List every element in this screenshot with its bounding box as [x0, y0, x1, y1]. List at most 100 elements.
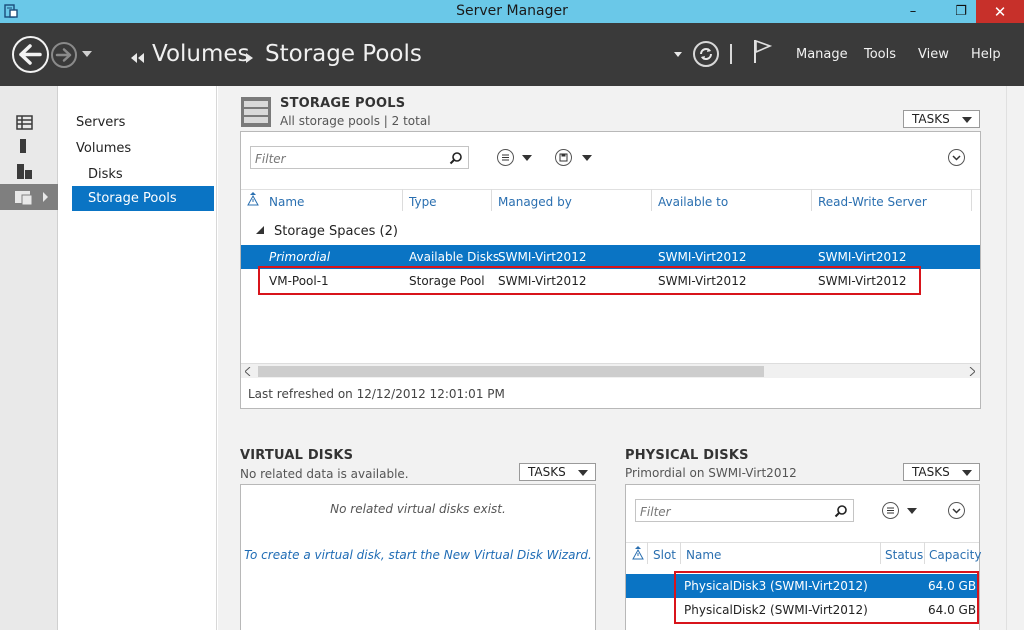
- nav-item-volumes[interactable]: Volumes: [76, 141, 131, 156]
- header-divider: [730, 44, 732, 64]
- save-query-button[interactable]: [555, 149, 572, 166]
- column-header-capacity[interactable]: Capacity: [929, 548, 981, 562]
- column-separator: [491, 189, 492, 211]
- virtual-disks-tasks-button[interactable]: TASKS: [519, 463, 596, 481]
- last-refreshed-status: Last refreshed on 12/12/2012 12:01:01 PM: [248, 387, 505, 401]
- virtual-disks-panel: No related virtual disks exist. To creat…: [240, 484, 596, 630]
- scroll-left-icon[interactable]: [245, 367, 251, 376]
- highlight-box: [258, 266, 921, 295]
- menu-help[interactable]: Help: [971, 47, 1001, 62]
- highlight-box: [674, 571, 979, 624]
- filter-placeholder: Filter: [255, 152, 286, 166]
- navigation-pane: Servers Volumes Disks Storage Pools: [58, 86, 217, 630]
- pool-managed-by: SWMI-Virt2012: [498, 250, 587, 264]
- notifications-dropdown-icon[interactable]: [674, 52, 682, 58]
- search-icon[interactable]: [834, 504, 848, 518]
- physical-disks-filter-input[interactable]: Filter: [635, 499, 854, 522]
- column-header-name[interactable]: Name: [269, 195, 304, 209]
- scrollbar-thumb[interactable]: [258, 366, 764, 377]
- refresh-button[interactable]: [693, 41, 719, 67]
- notifications-flag-icon[interactable]: [752, 38, 772, 64]
- column-separator: [647, 542, 648, 564]
- column-separator: [402, 189, 403, 211]
- rail-all-servers[interactable]: [0, 159, 58, 185]
- warning-sort-icon[interactable]: [247, 192, 259, 206]
- content-area: STORAGE POOLS All storage pools | 2 tota…: [218, 86, 1006, 630]
- rail-dashboard[interactable]: [0, 110, 58, 136]
- rail-local-server[interactable]: [0, 134, 58, 160]
- chevron-right-icon: [246, 53, 253, 63]
- column-separator: [811, 189, 812, 211]
- expand-panel-button[interactable]: [948, 149, 965, 166]
- warning-sort-icon[interactable]: [632, 546, 644, 560]
- group-storage-spaces[interactable]: Storage Spaces (2): [274, 224, 398, 239]
- physical-disks-tasks-button[interactable]: TASKS: [903, 463, 980, 481]
- column-separator: [880, 542, 881, 564]
- history-dropdown-icon[interactable]: [82, 51, 92, 58]
- pool-available-to: SWMI-Virt2012: [658, 250, 747, 264]
- column-separator: [680, 542, 681, 564]
- column-separator: [971, 189, 972, 211]
- nav-item-disks[interactable]: Disks: [88, 167, 123, 182]
- query-options-chevron-down-icon[interactable]: [522, 155, 532, 161]
- query-options-button[interactable]: [497, 149, 514, 166]
- storage-pools-filter-input[interactable]: Filter: [250, 146, 469, 169]
- filter-placeholder: Filter: [640, 505, 671, 519]
- list-icon: [502, 154, 509, 161]
- rail-file-storage-services[interactable]: [0, 184, 58, 210]
- collapse-group-icon[interactable]: [256, 226, 264, 234]
- tasks-label: TASKS: [912, 465, 950, 479]
- close-button[interactable]: ✕: [976, 0, 1024, 23]
- breadcrumb-volumes[interactable]: Volumes: [152, 41, 250, 67]
- horizontal-scrollbar[interactable]: [241, 363, 980, 378]
- scroll-right-icon[interactable]: [969, 367, 975, 376]
- header-top-line: [241, 189, 980, 190]
- menu-tools[interactable]: Tools: [864, 47, 896, 62]
- app-header: Volumes Storage Pools Manage Tools View …: [0, 23, 1024, 86]
- chevron-down-icon: [952, 508, 961, 514]
- storage-pools-panel: Filter Name Type Managed by Available to…: [240, 131, 981, 409]
- forward-button[interactable]: [51, 42, 77, 68]
- new-virtual-disk-wizard-link[interactable]: To create a virtual disk, start the New …: [241, 548, 595, 562]
- save-query-chevron-down-icon[interactable]: [582, 155, 592, 161]
- search-icon[interactable]: [449, 151, 463, 165]
- double-chevron-left-icon[interactable]: [131, 53, 145, 63]
- title-bar: Server Manager – ❐ ✕: [0, 0, 1024, 23]
- nav-item-servers[interactable]: Servers: [76, 115, 125, 130]
- vertical-scrollbar[interactable]: [1006, 86, 1024, 630]
- chevron-down-icon: [962, 117, 972, 123]
- column-header-type[interactable]: Type: [409, 195, 437, 209]
- breadcrumb-storage-pools[interactable]: Storage Pools: [265, 41, 422, 67]
- refresh-icon: [700, 48, 712, 60]
- virtual-disks-title: VIRTUAL DISKS: [240, 448, 354, 463]
- restore-button[interactable]: ❐: [948, 0, 974, 23]
- column-header-managed-by[interactable]: Managed by: [498, 195, 572, 209]
- storage-pools-subtitle: All storage pools | 2 total: [280, 114, 431, 128]
- left-rail: [0, 86, 58, 630]
- column-header-name[interactable]: Name: [686, 548, 721, 562]
- pool-type: Available Disks: [409, 250, 500, 264]
- list-icon: [887, 507, 894, 514]
- all-servers-icon: [17, 164, 32, 179]
- minimize-button[interactable]: –: [900, 0, 926, 23]
- column-separator: [651, 189, 652, 211]
- column-header-status[interactable]: Status: [885, 548, 923, 562]
- column-header-available-to[interactable]: Available to: [658, 195, 728, 209]
- nav-item-storage-pools[interactable]: Storage Pools: [72, 186, 214, 211]
- column-header-slot[interactable]: Slot: [653, 548, 676, 562]
- menu-view[interactable]: View: [918, 47, 949, 62]
- tasks-label: TASKS: [912, 112, 950, 126]
- menu-manage[interactable]: Manage: [796, 47, 848, 62]
- file-storage-icon: [15, 191, 48, 206]
- expand-panel-button[interactable]: [948, 502, 965, 519]
- chevron-down-icon: [962, 470, 972, 476]
- column-header-read-write-server[interactable]: Read-Write Server: [818, 195, 927, 209]
- query-options-button[interactable]: [882, 502, 899, 519]
- server-icon: [20, 139, 26, 153]
- virtual-disks-subtitle: No related data is available.: [240, 467, 409, 481]
- pool-name: Primordial: [269, 250, 331, 264]
- query-options-chevron-down-icon[interactable]: [907, 508, 917, 514]
- header-top-line: [626, 542, 979, 543]
- back-button[interactable]: [12, 36, 49, 73]
- storage-pools-tasks-button[interactable]: TASKS: [903, 110, 980, 128]
